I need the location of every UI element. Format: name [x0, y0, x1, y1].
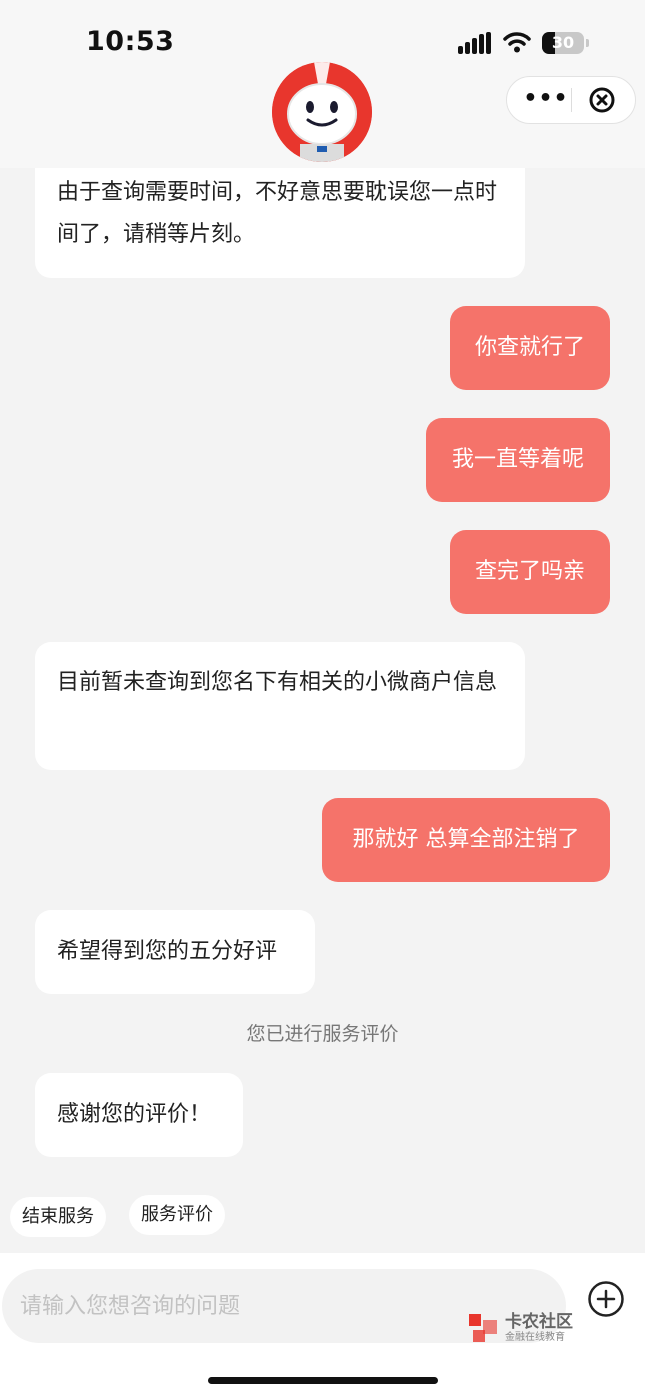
- more-button[interactable]: •••: [521, 77, 571, 123]
- robot-mascot-icon: [272, 62, 372, 162]
- bot-message: 目前暂未查询到您名下有相关的小微商户信息: [35, 642, 525, 770]
- bot-message: 希望得到您的五分好评: [35, 910, 315, 994]
- battery-icon: 30: [542, 32, 584, 54]
- service-rating-button[interactable]: 服务评价: [129, 1195, 225, 1235]
- status-bar: 10:53 30: [0, 0, 645, 70]
- mini-program-capsule: •••: [506, 76, 636, 124]
- watermark-logo: 卡农社区 金融在线教育: [465, 1310, 615, 1344]
- battery-level: 30: [551, 33, 575, 52]
- wifi-icon: [503, 32, 531, 53]
- user-message: 那就好 总算全部注销了: [322, 798, 610, 882]
- bot-message: 由于查询需要时间，不好意思要耽误您一点时间了，请稍等片刻。: [35, 168, 525, 278]
- input-bar: 卡农社区 金融在线教育: [0, 1253, 645, 1398]
- end-service-button[interactable]: 结束服务: [10, 1197, 106, 1237]
- watermark-logo-icon: [469, 1314, 497, 1342]
- capsule-divider: [571, 88, 572, 112]
- watermark-subtitle: 金融在线教育: [505, 1332, 565, 1343]
- assistant-avatar: [272, 62, 372, 162]
- user-message: 我一直等着呢: [426, 418, 610, 502]
- user-message: 你查就行了: [450, 306, 610, 390]
- battery-nub: [586, 39, 589, 47]
- rating-done-note: 您已进行服务评价: [246, 1023, 399, 1045]
- close-icon[interactable]: [589, 87, 615, 113]
- status-time: 10:53: [86, 26, 175, 57]
- cellular-signal-icon: [458, 32, 492, 54]
- home-indicator: [208, 1377, 438, 1384]
- user-message: 查完了吗亲: [450, 530, 610, 614]
- bot-message: 感谢您的评价！: [35, 1073, 243, 1157]
